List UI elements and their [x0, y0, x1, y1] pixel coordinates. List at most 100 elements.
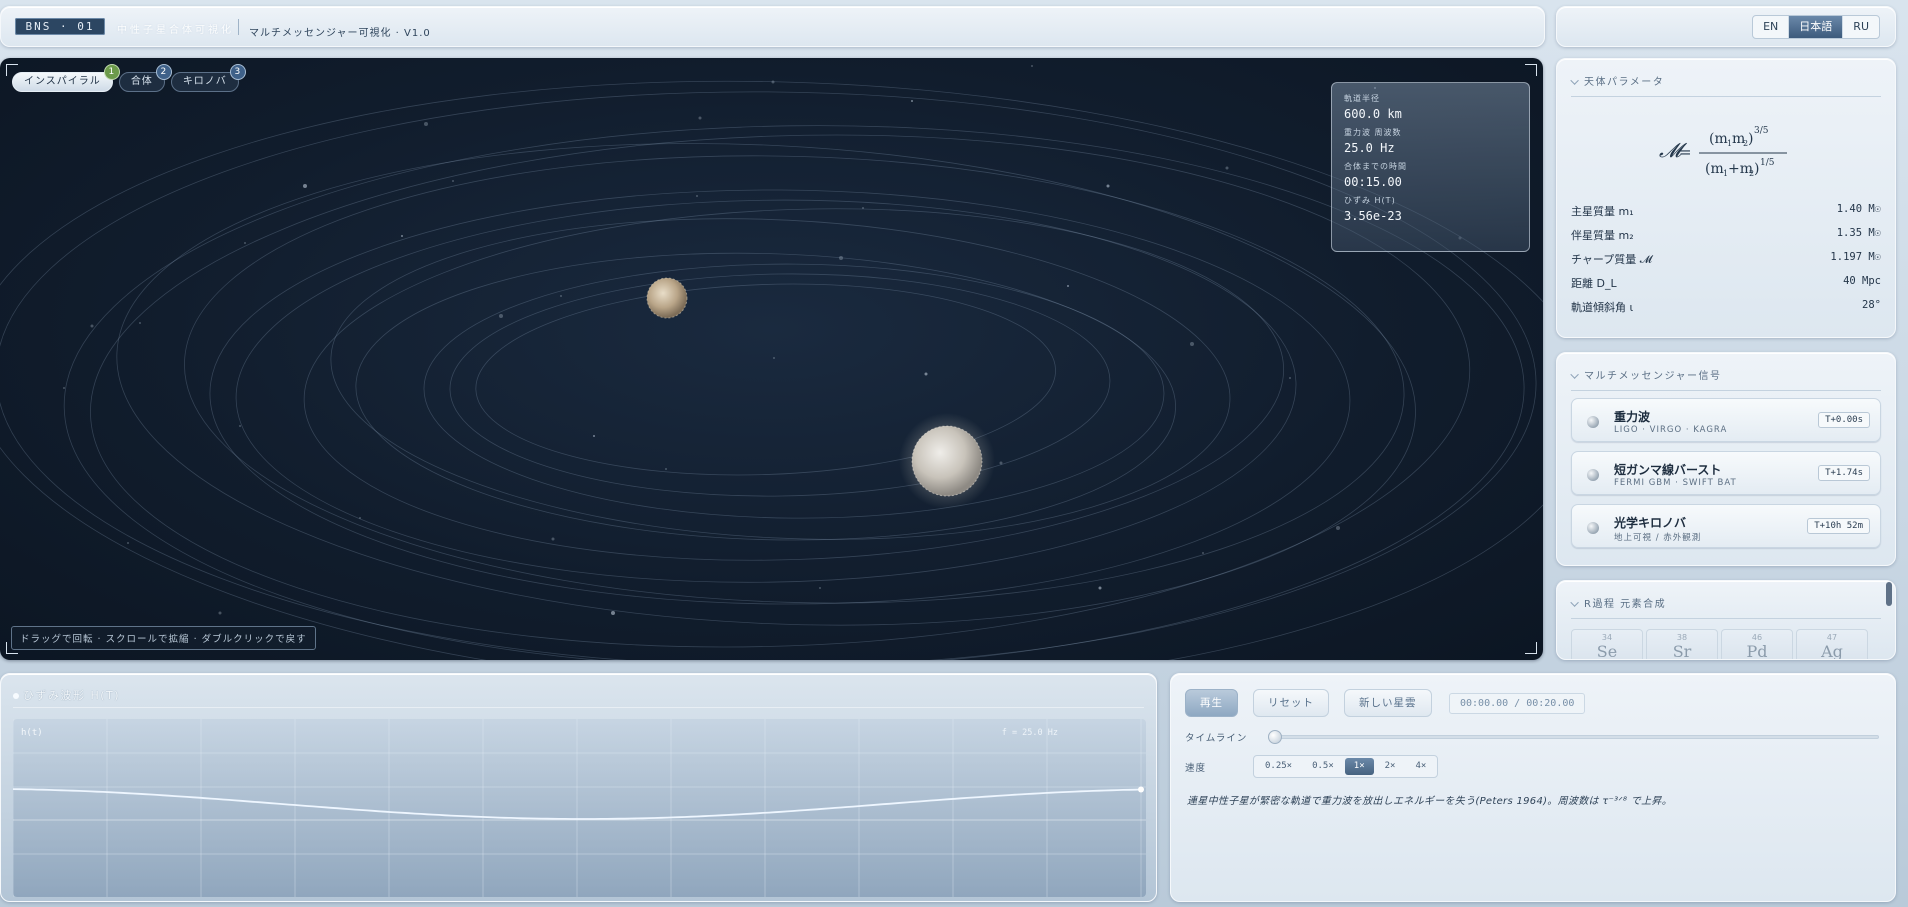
svg-text:=: =: [1679, 143, 1692, 161]
param-label: 主星質量 m₁: [1571, 205, 1634, 218]
telemetry-readout: 軌道半径 600.0 km 重力波 周波数 25.0 Hz 合体までの時間 00…: [1331, 82, 1530, 252]
atomic-number: 38: [1676, 633, 1688, 642]
background-star: [1190, 342, 1194, 346]
element-cell-se[interactable]: 34 Se: [1571, 629, 1643, 660]
param-distance: 距離 D_L 40 Mpc: [1571, 275, 1881, 291]
background-star: [551, 537, 555, 541]
speed-label: 速度: [1185, 763, 1207, 774]
strain-value: 3.56e-23: [1344, 209, 1402, 223]
background-star: [819, 587, 821, 589]
element-symbol: Sr: [1672, 642, 1692, 660]
speed-0-25x-button[interactable]: 0.25×: [1256, 758, 1301, 775]
element-symbol: Pd: [1746, 642, 1768, 660]
gw-frequency-value: 25.0 Hz: [1344, 141, 1395, 155]
waveform-title: ひずみ波形 H(T): [23, 689, 121, 702]
orbit-ring: [330, 218, 1231, 540]
physics-description: 連星中性子星が緊密な軌道で重力波を放出しエネルギーを失う(Peters 1964…: [1187, 796, 1673, 807]
background-star: [218, 611, 222, 615]
background-star: [1225, 166, 1229, 170]
param-value: 1.40 M☉: [1836, 203, 1881, 215]
waveform-panel: ひずみ波形 H(T) h(t) f = 25.0 Hz: [0, 673, 1157, 902]
background-star: [499, 314, 503, 318]
orbit-ring: [90, 134, 1471, 648]
r-process-panel[interactable]: R過程 元素合成 34 Se 38 Sr 46 Pd 47 Ag: [1556, 580, 1896, 660]
waveform-plot: h(t) f = 25.0 Hz: [13, 719, 1146, 897]
signal-status-icon: [1587, 469, 1599, 481]
orbit-ring: [63, 125, 1525, 660]
tab-label: インスパイラル: [24, 76, 101, 87]
step-badge: 2: [155, 64, 172, 80]
svg-text:): ): [1748, 131, 1753, 147]
reset-button[interactable]: リセット: [1253, 689, 1329, 717]
background-star: [303, 184, 307, 188]
top-bar: BNS · 01 中性子星合体可視化 マルチメッセンジャー可視化 · V1.0: [0, 6, 1545, 47]
waveform-y-label: h(t): [21, 728, 43, 738]
readout-label: 軌道半径: [1344, 94, 1380, 103]
element-cell-pd[interactable]: 46 Pd: [1721, 629, 1793, 660]
param-value: 1.35 M☉: [1836, 227, 1881, 239]
timeline-label: タイムライン: [1185, 733, 1248, 744]
tab-kilonova[interactable]: キロノバ 3: [170, 64, 246, 92]
signal-title: 短ガンマ線バースト: [1614, 463, 1722, 477]
background-star: [1202, 552, 1204, 554]
background-star: [611, 611, 615, 615]
param-value: 1.197 M☉: [1830, 251, 1881, 263]
background-star: [1067, 285, 1069, 287]
param-chirp-mass: チャープ質量 𝓜 1.197 M☉: [1571, 251, 1881, 267]
timeline-handle[interactable]: [1268, 730, 1282, 744]
speed-1x-button[interactable]: 1×: [1344, 758, 1374, 775]
background-star: [127, 542, 129, 544]
background-star: [1336, 526, 1340, 530]
background-star: [239, 425, 241, 427]
timeline-slider[interactable]: [1271, 735, 1879, 739]
signal-kilonova[interactable]: 光学キロノバ 地上可視 / 赤外観測 T+10h 52m: [1571, 504, 1881, 548]
background-star: [90, 324, 94, 328]
new-nebula-button[interactable]: 新しい星雲: [1344, 689, 1432, 717]
play-button[interactable]: 再生: [1185, 689, 1238, 717]
speed-2x-button[interactable]: 2×: [1376, 758, 1405, 775]
waveform-heading: ひずみ波形 H(T): [13, 687, 120, 703]
panel-heading: R過程 元素合成: [1557, 581, 1895, 610]
background-star: [401, 235, 403, 237]
waveform-frequency-label: f = 25.0 Hz: [1001, 728, 1058, 738]
param-value: 40 Mpc: [1843, 275, 1881, 287]
param-secondary-mass: 伴星質量 m₂ 1.35 M☉: [1571, 227, 1881, 243]
speed-4x-button[interactable]: 4×: [1406, 758, 1435, 775]
element-cell-ag[interactable]: 47 Ag: [1796, 629, 1868, 659]
orbit-ring: [209, 189, 1351, 605]
lang-ru-button[interactable]: RU: [1843, 16, 1879, 38]
speed-0-5x-button[interactable]: 0.5×: [1303, 758, 1343, 775]
orbital-radius-value: 600.0 km: [1344, 107, 1402, 121]
element-cell-sr[interactable]: 38 Sr: [1646, 629, 1718, 660]
heading-marker-icon: [1570, 76, 1579, 85]
signal-time: T+1.74s: [1818, 465, 1870, 481]
orbit-ring: [423, 263, 1165, 519]
param-label: 伴星質量 m₂: [1571, 229, 1634, 242]
signal-time: T+10h 52m: [1807, 518, 1870, 534]
tab-inspiral[interactable]: インスパイラル 1: [12, 64, 120, 92]
orbit-scene: [0, 65, 1543, 660]
sidebar-scrollbar[interactable]: [1886, 582, 1892, 606]
param-label: チャープ質量 𝓜: [1571, 253, 1653, 266]
signal-gravitational-wave[interactable]: 重力波 LIGO · VIRGO · KAGRA T+0.00s: [1571, 398, 1881, 442]
element-symbol: Se: [1596, 642, 1618, 660]
step-badge: 3: [229, 64, 246, 80]
orbit-ring: [116, 143, 1416, 626]
tab-merger[interactable]: 合体 2: [118, 64, 172, 92]
background-star: [924, 372, 928, 376]
background-star: [665, 468, 667, 470]
signal-gamma-ray-burst[interactable]: 短ガンマ線バースト FERMI GBM · SWIFT BAT T+1.74s: [1571, 451, 1881, 495]
orbit-ring: [0, 91, 1537, 660]
primary-neutron-star: [646, 277, 688, 319]
element-grid: 34 Se 38 Sr 46 Pd 47 Ag: [1571, 629, 1868, 660]
readout-label: ひずみ H(T): [1344, 196, 1396, 205]
frame-corner-tr: [1525, 64, 1537, 76]
secondary-neutron-star: [911, 425, 983, 497]
orbit-ring: [449, 273, 1111, 497]
lang-ja-button[interactable]: 日本語: [1789, 16, 1844, 38]
signal-time: T+0.00s: [1818, 412, 1870, 428]
background-star: [560, 295, 562, 297]
signal-detectors: FERMI GBM · SWIFT BAT: [1614, 478, 1737, 488]
lang-en-button[interactable]: EN: [1753, 16, 1790, 38]
orbit-viewport[interactable]: インスパイラル 1 合体 2 キロノバ 3 軌道半径 600.0 km 重力波 …: [0, 58, 1543, 660]
